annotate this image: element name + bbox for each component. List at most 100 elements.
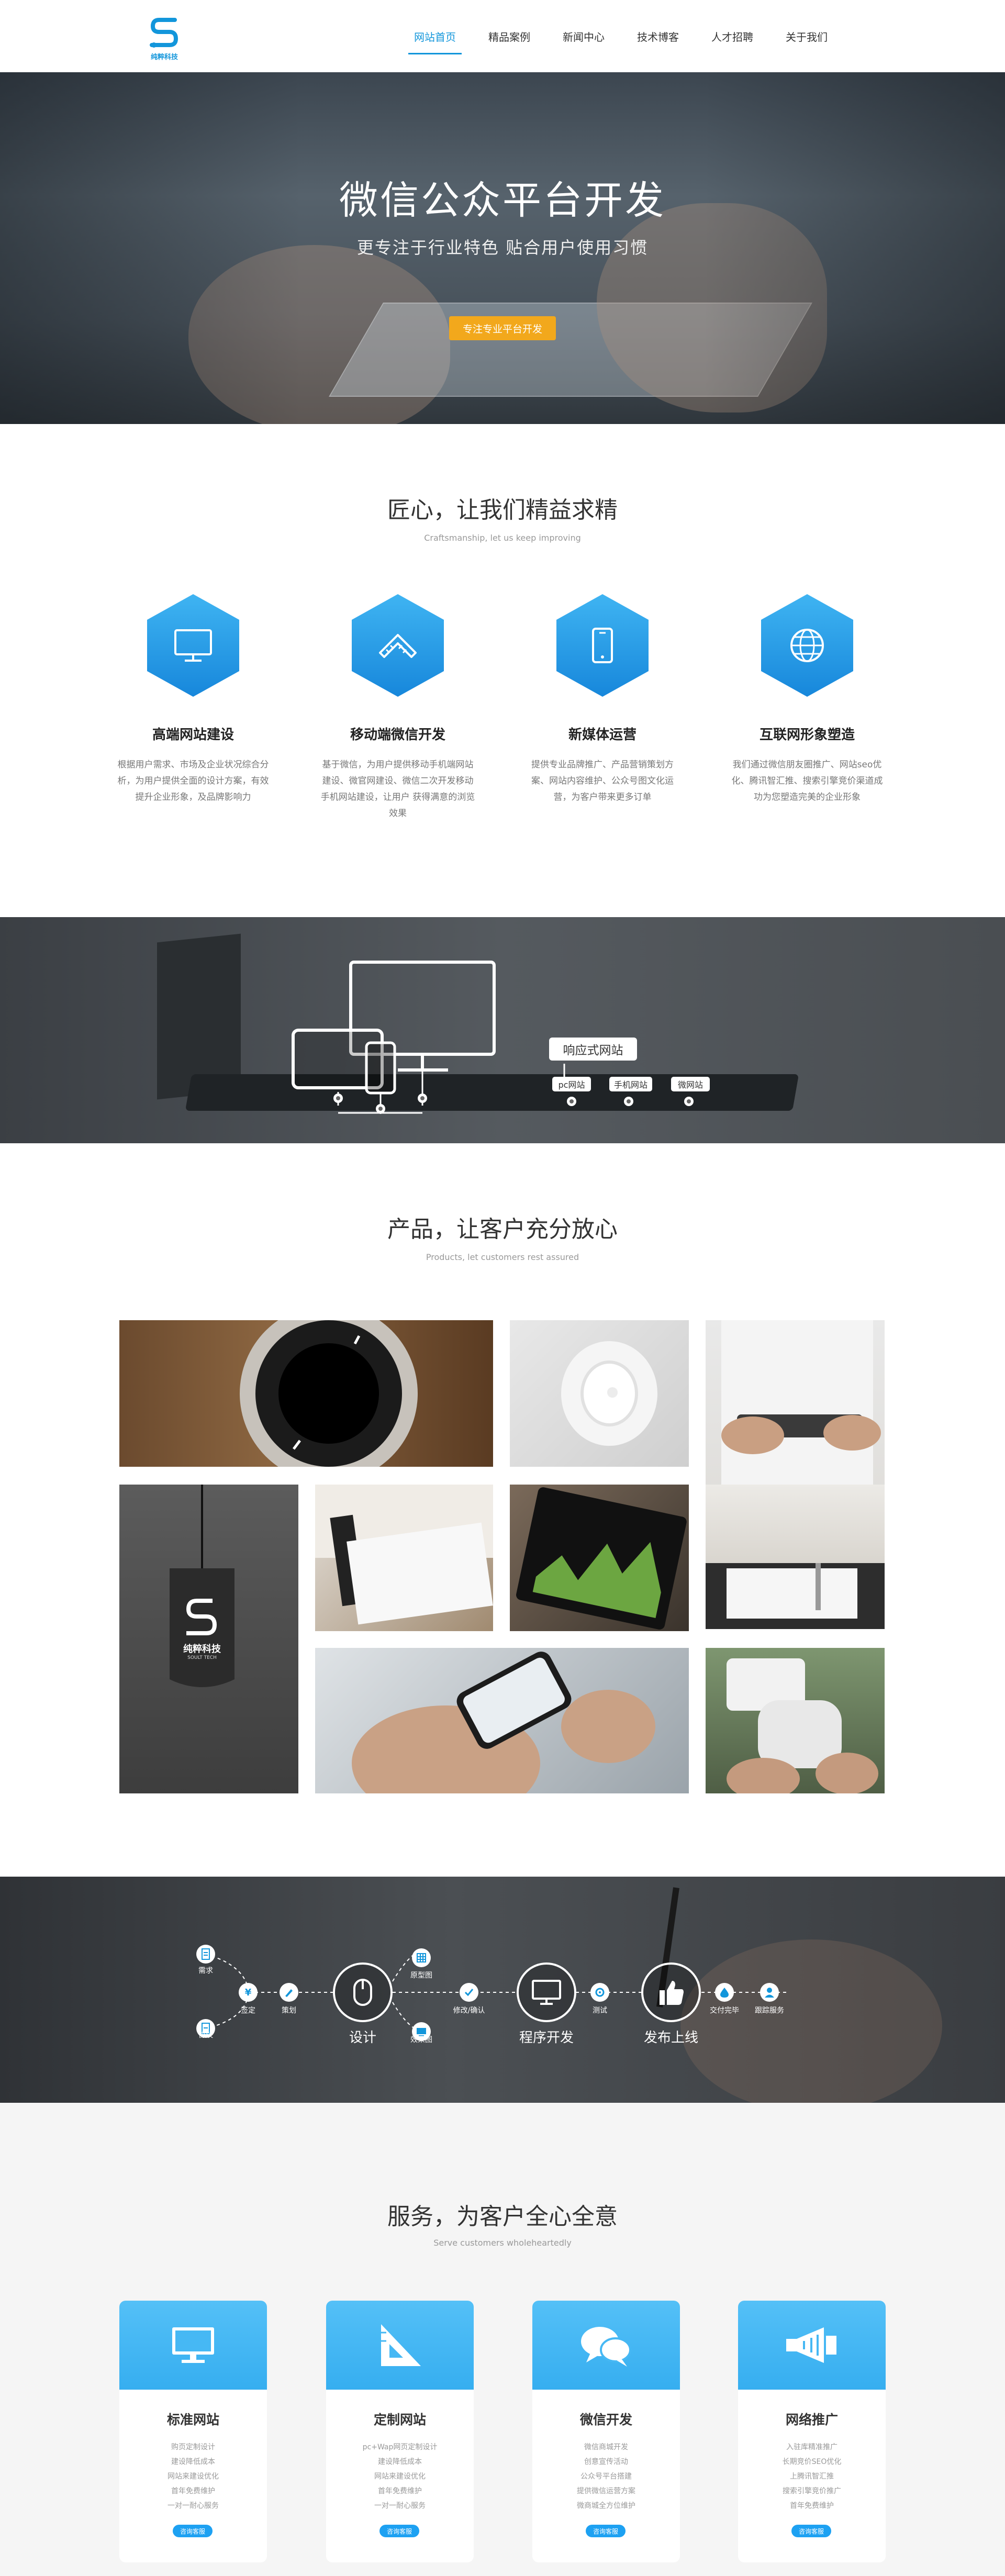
services-title: 服务，为客户全心全意 (387, 2203, 618, 2230)
products-subtitle: Products, let customers rest assured (426, 1252, 579, 1262)
site-logo[interactable]: 纯粹科技 (148, 15, 181, 61)
hero-cta-button[interactable]: 专注专业平台开发 (449, 316, 556, 340)
hero-banner: 微信公众平台开发 更专注于行业特色 贴合用户使用习惯 专注专业平台开发 (0, 72, 1005, 424)
nav-item-blog[interactable]: 技术博客 (621, 0, 695, 72)
monitor-icon (532, 1980, 561, 2005)
feature-desc: 基于微信，为用户提供移动手机端网站建设、微官网建设、微信二次开发移动手机网站建设… (320, 760, 475, 819)
process-label: 签定 (241, 2006, 255, 2015)
feature-hex (556, 594, 649, 697)
process-label: 需求 (198, 1967, 213, 1975)
service-item: 搜索引擎竞价推广 (783, 2487, 841, 2495)
product-knob-image[interactable] (119, 1320, 493, 1467)
process-step-plan (280, 1983, 298, 2002)
consult-button[interactable]: 咨询客服 (173, 2525, 213, 2537)
feature-title: 新媒体运营 (568, 727, 636, 743)
feature-web: 高端网站建设 根据用户需求、市场及企业状况综合分析，为用户提供全面的设计方案，有… (107, 594, 280, 806)
process-label: 策划 (282, 2006, 296, 2015)
megaphone-icon (786, 2327, 836, 2363)
gear-icon (595, 1988, 605, 1997)
globe-icon (790, 629, 824, 662)
service-item: 微商城全方位维护 (577, 2502, 635, 2510)
craft-title: 匠心，让我们精益求精 (387, 497, 618, 523)
yuan-icon: ¥ (244, 1987, 252, 1998)
service-card-header (326, 2301, 474, 2390)
responsive-tag-pc: pc网站 (552, 1077, 591, 1091)
drop-icon (720, 1988, 729, 1998)
nav-item-home[interactable]: 网站首页 (398, 0, 472, 72)
product-drone-image[interactable] (706, 1648, 885, 1793)
service-card-header (119, 2301, 267, 2390)
drone-illustration (727, 1658, 878, 1793)
feature-new-media: 新媒体运营 提供专业品牌推广、产品营销策划方案、网站内容维护、公众号图文化运营，… (516, 594, 689, 806)
product-tablet-image[interactable] (315, 1485, 493, 1631)
feature-title: 移动端微信开发 (350, 727, 445, 743)
product-notebook-image[interactable] (706, 1485, 885, 1629)
service-item: 入驻库精准推广 (786, 2443, 838, 2451)
process-stage-dev (517, 1962, 576, 2022)
service-item: 上腾讯智汇推 (790, 2472, 834, 2481)
service-item: 首年免费维护 (171, 2487, 215, 2495)
devices-illustration (292, 961, 694, 1114)
services-subtitle: Serve customers wholeheartedly (433, 2238, 572, 2248)
process-step-test (590, 1983, 609, 2002)
pendant-logo-text: 纯粹科技 (183, 1644, 221, 1655)
service-card-custom: 定制网站 pc+Wap网页定制设计 建设降低成本 网站来建设优化 首年免费维护 … (326, 2301, 474, 2562)
phone-hand-illustration (352, 1652, 655, 1793)
nav-item-jobs[interactable]: 人才招聘 (695, 0, 769, 72)
service-item: 购页定制设计 (171, 2443, 215, 2451)
process-label: 修改/确认 (453, 2006, 485, 2015)
product-phone-image[interactable] (315, 1648, 689, 1793)
service-title: 定制网站 (373, 2412, 426, 2427)
consult-button[interactable]: 咨询客服 (379, 2525, 419, 2537)
consult-button[interactable]: 咨询客服 (586, 2525, 626, 2537)
service-card-header (532, 2301, 680, 2390)
process-label: 协议 (198, 2031, 213, 2039)
nav-item-about[interactable]: 关于我们 (769, 0, 844, 72)
service-item: 网站来建设优化 (374, 2472, 426, 2481)
page: 纯粹科技 网站首页 精品案例 新闻中心 技术博客 人才招聘 关于我们 微信公众平… (0, 0, 1005, 2576)
process-label: 交付完毕 (710, 2006, 739, 2015)
service-item: 微信商城开发 (584, 2443, 628, 2451)
process-stage-launch (641, 1962, 701, 2022)
main-nav: 网站首页 精品案例 新闻中心 技术博客 人才招聘 关于我们 (398, 0, 844, 72)
feature-hex (352, 594, 444, 697)
service-list: 购页定制设计 建设降低成本 网站来建设优化 首年免费维护 一对一耐心服务 (119, 2440, 267, 2513)
grid-icon (417, 1953, 426, 1962)
service-item: 一对一耐心服务 (374, 2502, 426, 2510)
nav-item-news[interactable]: 新闻中心 (546, 0, 621, 72)
nav-item-cases[interactable]: 精品案例 (472, 0, 546, 72)
feature-mobile-wechat: 移动端微信开发 基于微信，为用户提供移动手机端网站建设、微官网建设、微信二次开发… (311, 594, 484, 822)
feature-desc: 根据用户需求、市场及企业状况综合分析，为用户提供全面的设计方案，有效提升企业形象… (117, 760, 269, 802)
feature-brand-image: 互联网形象塑造 我们通过微信朋友圈推广、网站seo优化、腾讯智汇推、搜索引擎竞价… (721, 594, 894, 806)
process-label: 效果图 (410, 2036, 432, 2044)
service-list: 入驻库精准推广 长期竞价SEO优化 上腾讯智汇推 搜索引擎竞价推广 首年免费维护 (738, 2440, 886, 2513)
pendant-illustration (170, 1485, 234, 1687)
ruler-icon (379, 634, 417, 658)
thumbs-up-icon (660, 1981, 684, 2005)
process-stage-label: 程序开发 (519, 2030, 574, 2046)
feature-title: 高端网站建设 (152, 727, 234, 743)
feature-hex (147, 594, 239, 697)
process-step-confirm (460, 1983, 478, 2002)
service-card-standard: 标准网站 购页定制设计 建设降低成本 网站来建设优化 首年免费维护 一对一耐心服… (119, 2301, 267, 2562)
pendant-logo-sub: SOULT TECH (187, 1655, 217, 1660)
document-icon (202, 1948, 210, 1960)
consult-button[interactable]: 咨询客服 (791, 2525, 831, 2537)
lamp-illustration (561, 1341, 657, 1446)
service-card-promotion: 网络推广 入驻库精准推广 长期竞价SEO优化 上腾讯智汇推 搜索引擎竞价推广 首… (738, 2301, 886, 2562)
product-lamp-image[interactable] (510, 1320, 689, 1467)
process-label: 原型图 (410, 1971, 432, 1980)
product-pendant-image[interactable]: 纯粹科技 SOULT TECH (119, 1485, 298, 1793)
process-step-followup (760, 1983, 779, 2002)
product-graph-tablet-image[interactable] (510, 1485, 689, 1631)
site-header: 纯粹科技 网站首页 精品案例 新闻中心 技术博客 人才招聘 关于我们 (0, 0, 1005, 72)
process-step-deliver (715, 1983, 734, 2002)
responsive-tag-mobile: 手机网站 (609, 1077, 652, 1091)
feature-desc: 我们通过微信朋友圈推广、网站seo优化、腾讯智汇推、搜索引擎竞价渠道成功为您塑造… (731, 760, 883, 802)
service-item: 长期竞价SEO优化 (782, 2458, 842, 2466)
feature-title: 互联网形象塑造 (759, 727, 855, 743)
monitor-icon (174, 629, 212, 662)
service-card-header (738, 2301, 886, 2390)
knob-illustration (240, 1320, 418, 1467)
service-title: 标准网站 (166, 2412, 219, 2427)
